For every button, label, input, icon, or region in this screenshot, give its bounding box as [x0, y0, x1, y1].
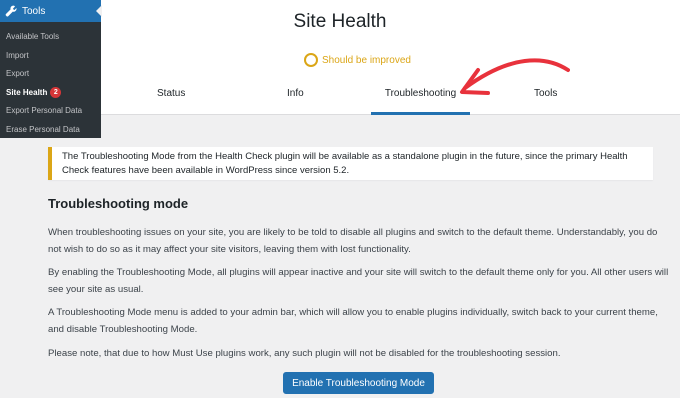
status-ring-icon: [304, 53, 318, 67]
sidebar-item-export[interactable]: Export: [0, 65, 101, 84]
current-menu-arrow: [96, 5, 102, 17]
site-health-count-badge: 2: [50, 86, 62, 98]
standalone-plugin-notice: The Troubleshooting Mode from the Health…: [48, 147, 653, 180]
paragraph-enable-info: By enabling the Troubleshooting Mode, al…: [48, 267, 669, 295]
tab-status[interactable]: Status: [157, 88, 185, 115]
annotation-arrow-icon: [460, 58, 570, 95]
paragraph-must-use-note: Please note, that due to how Must Use pl…: [48, 348, 561, 359]
enable-troubleshooting-button[interactable]: Enable Troubleshooting Mode: [283, 372, 434, 394]
sidebar-menu-tools[interactable]: Tools: [0, 0, 102, 22]
sidebar-item-site-health[interactable]: Site Health 2: [0, 84, 101, 103]
wrench-icon: [4, 4, 18, 18]
status-label: Should be improved: [322, 54, 411, 66]
sidebar-item-export-personal-data[interactable]: Export Personal Data: [0, 102, 101, 121]
tab-info[interactable]: Info: [287, 88, 304, 115]
sidebar-item-import[interactable]: Import: [0, 47, 101, 66]
sidebar-item-available-tools[interactable]: Available Tools: [0, 28, 101, 47]
site-health-header: Site Health Should be improved Status In…: [0, 0, 680, 115]
health-status: Should be improved: [304, 53, 411, 67]
sidebar-submenu: Available Tools Import Export Site Healt…: [0, 22, 101, 139]
paragraph-intro: When troubleshooting issues on your site…: [48, 227, 658, 255]
paragraph-admin-bar: A Troubleshooting Mode menu is added to …: [48, 307, 658, 335]
sidebar-item-erase-personal-data[interactable]: Erase Personal Data: [0, 121, 101, 140]
page-title: Site Health: [293, 11, 387, 32]
sidebar-menu-label: Tools: [22, 5, 46, 17]
section-title: Troubleshooting mode: [48, 196, 189, 211]
admin-sidebar: Tools Available Tools Import Export Site…: [0, 0, 102, 139]
